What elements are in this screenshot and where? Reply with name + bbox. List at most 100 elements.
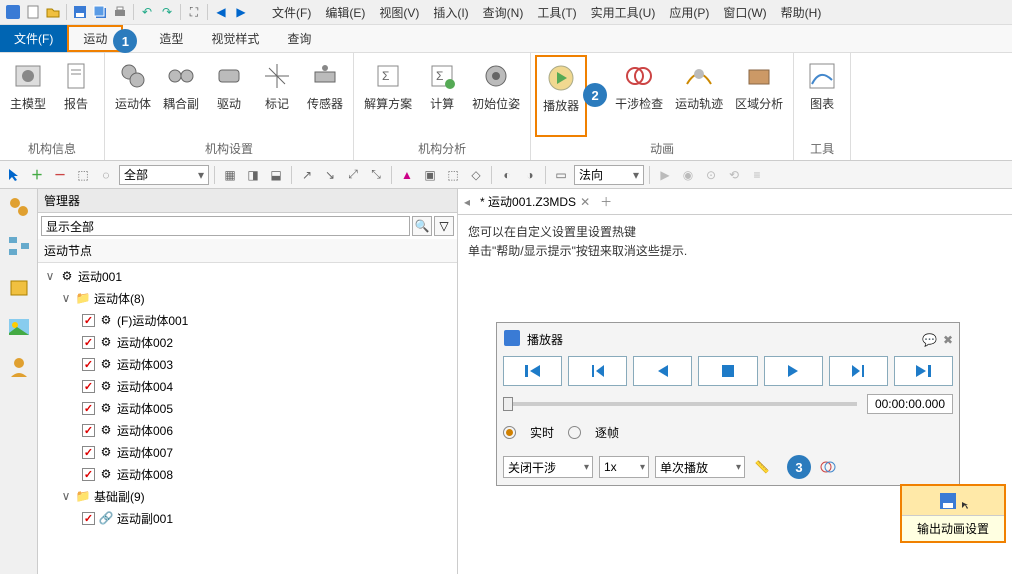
- lasso-icon[interactable]: ◌: [96, 165, 116, 185]
- player-last[interactable]: [894, 356, 953, 386]
- tree-body-6[interactable]: ✓⚙运动体007: [38, 441, 457, 463]
- side-box-icon[interactable]: [5, 273, 33, 301]
- interf-select[interactable]: 关闭干涉: [503, 456, 593, 478]
- tb-ico-1[interactable]: ▦: [220, 165, 240, 185]
- rbtn-zone[interactable]: 区域分析: [729, 55, 789, 137]
- tb-ico-10[interactable]: ◇: [466, 165, 486, 185]
- menu-help[interactable]: 帮助(H): [775, 4, 828, 21]
- radio-frame[interactable]: [568, 426, 581, 439]
- rbtn-player[interactable]: 播放器 2: [535, 55, 587, 137]
- export-button[interactable]: [902, 486, 1004, 516]
- undo-icon[interactable]: ↶: [138, 3, 156, 21]
- player-close-icon[interactable]: ✖: [943, 333, 953, 347]
- tab-file[interactable]: 文件(F): [0, 25, 67, 52]
- rbtn-body[interactable]: 运动体: [109, 55, 157, 137]
- doc-tab[interactable]: * 运动001.Z3MDS ✕: [476, 191, 594, 212]
- tb-ico-15[interactable]: ◉: [678, 165, 698, 185]
- tb-ico-13[interactable]: ▭: [551, 165, 571, 185]
- rbtn-initpos[interactable]: 初始位姿: [466, 55, 526, 137]
- tb-ico-14[interactable]: ▶: [655, 165, 675, 185]
- tab-motion[interactable]: 运动 1: [67, 25, 123, 52]
- rbtn-marker[interactable]: 标记: [253, 55, 301, 137]
- rbtn-sensor[interactable]: 传感器: [301, 55, 349, 137]
- player-msg-icon[interactable]: 💬: [922, 333, 937, 347]
- tb-ico-2[interactable]: ◨: [243, 165, 263, 185]
- menu-edit[interactable]: 编辑(E): [319, 4, 371, 21]
- tab-prev-icon[interactable]: ◂: [464, 195, 470, 209]
- menu-query[interactable]: 查询(N): [477, 4, 530, 21]
- filter-search-icon[interactable]: 🔍: [412, 216, 432, 236]
- tree-bodies[interactable]: ∨📁运动体(8): [38, 287, 457, 309]
- loop-select[interactable]: 单次播放: [655, 456, 745, 478]
- tree-body-2[interactable]: ✓⚙运动体003: [38, 353, 457, 375]
- rbtn-drive[interactable]: 驱动: [205, 55, 253, 137]
- tb-ico-6[interactable]: ⤢: [343, 165, 363, 185]
- side-user-icon[interactable]: [5, 353, 33, 381]
- filter-select[interactable]: 全部: [119, 165, 209, 185]
- measure-icon[interactable]: 📏: [751, 456, 773, 478]
- rbtn-trace[interactable]: 运动轨迹: [669, 55, 729, 137]
- print-icon[interactable]: [111, 3, 129, 21]
- orient-select[interactable]: 法向: [574, 165, 644, 185]
- add-icon[interactable]: ＋: [27, 165, 47, 185]
- side-config-icon[interactable]: [5, 193, 33, 221]
- back-icon[interactable]: ◀: [212, 3, 230, 21]
- tb-ico-5[interactable]: ↘: [320, 165, 340, 185]
- fwd-icon[interactable]: ▶: [232, 3, 250, 21]
- manager-filter-input[interactable]: [41, 216, 410, 236]
- tb-ico-18[interactable]: ≡: [747, 165, 767, 185]
- tb-ico-11[interactable]: ◐: [497, 165, 517, 185]
- tree-joints[interactable]: ∨📁基础副(9): [38, 485, 457, 507]
- player-first[interactable]: [503, 356, 562, 386]
- filter-funnel-icon[interactable]: ▽: [434, 216, 454, 236]
- save-icon[interactable]: [71, 3, 89, 21]
- tree-body-1[interactable]: ✓⚙运动体002: [38, 331, 457, 353]
- tree-joint-0[interactable]: ✓🔗运动副001: [38, 507, 457, 529]
- menu-window[interactable]: 窗口(W): [717, 4, 772, 21]
- tb-ico-7[interactable]: ⤡: [366, 165, 386, 185]
- new-icon[interactable]: [24, 3, 42, 21]
- rbtn-solver[interactable]: Σ解算方案: [358, 55, 418, 137]
- side-tree-icon[interactable]: [5, 233, 33, 261]
- tb-ico-8[interactable]: ▣: [420, 165, 440, 185]
- rbtn-calc[interactable]: Σ计算: [418, 55, 466, 137]
- tree-body-3[interactable]: ✓⚙运动体004: [38, 375, 457, 397]
- player-slider[interactable]: [503, 402, 857, 406]
- tree-body-7[interactable]: ✓⚙运动体008: [38, 463, 457, 485]
- rbtn-report[interactable]: 报告: [52, 55, 100, 137]
- tb-ico-4[interactable]: ↗: [297, 165, 317, 185]
- rbtn-interf[interactable]: 干涉检查: [609, 55, 669, 137]
- player-play[interactable]: [764, 356, 823, 386]
- player-prev[interactable]: [568, 356, 627, 386]
- tree-body-5[interactable]: ✓⚙运动体006: [38, 419, 457, 441]
- tb-ico-16[interactable]: ⊙: [701, 165, 721, 185]
- rbtn-mainmodel[interactable]: 主模型: [4, 55, 52, 137]
- menu-util[interactable]: 实用工具(U): [585, 4, 662, 21]
- tree-body-4[interactable]: ✓⚙运动体005: [38, 397, 457, 419]
- player-back[interactable]: [633, 356, 692, 386]
- side-image-icon[interactable]: [5, 313, 33, 341]
- tree-root[interactable]: ∨⚙运动001: [38, 265, 457, 287]
- close-icon[interactable]: ✕: [580, 195, 590, 209]
- tb-ico-12[interactable]: ◑: [520, 165, 540, 185]
- speed-select[interactable]: 1x: [599, 456, 649, 478]
- rbtn-chart[interactable]: 图表: [798, 55, 846, 137]
- tb-ico-17[interactable]: ⟲: [724, 165, 744, 185]
- redo-icon[interactable]: ↷: [158, 3, 176, 21]
- tb-ico-9[interactable]: ⬚: [443, 165, 463, 185]
- menu-tools[interactable]: 工具(T): [531, 4, 582, 21]
- cursor-icon[interactable]: [4, 165, 24, 185]
- tab-add-icon[interactable]: ＋: [600, 193, 612, 210]
- player-next[interactable]: [829, 356, 888, 386]
- selbox-icon[interactable]: ⬚: [73, 165, 93, 185]
- rbtn-joint[interactable]: 耦合副: [157, 55, 205, 137]
- menu-app[interactable]: 应用(P): [663, 4, 715, 21]
- saveall-icon[interactable]: [91, 3, 109, 21]
- tab-shape[interactable]: 造型: [145, 25, 197, 52]
- tb-ico-3[interactable]: ⬓: [266, 165, 286, 185]
- fullscreen-icon[interactable]: ⛶: [185, 3, 203, 21]
- remove-icon[interactable]: －: [50, 165, 70, 185]
- player-stop[interactable]: [698, 356, 757, 386]
- menu-insert[interactable]: 插入(I): [427, 4, 474, 21]
- tab-query[interactable]: 查询: [273, 25, 325, 52]
